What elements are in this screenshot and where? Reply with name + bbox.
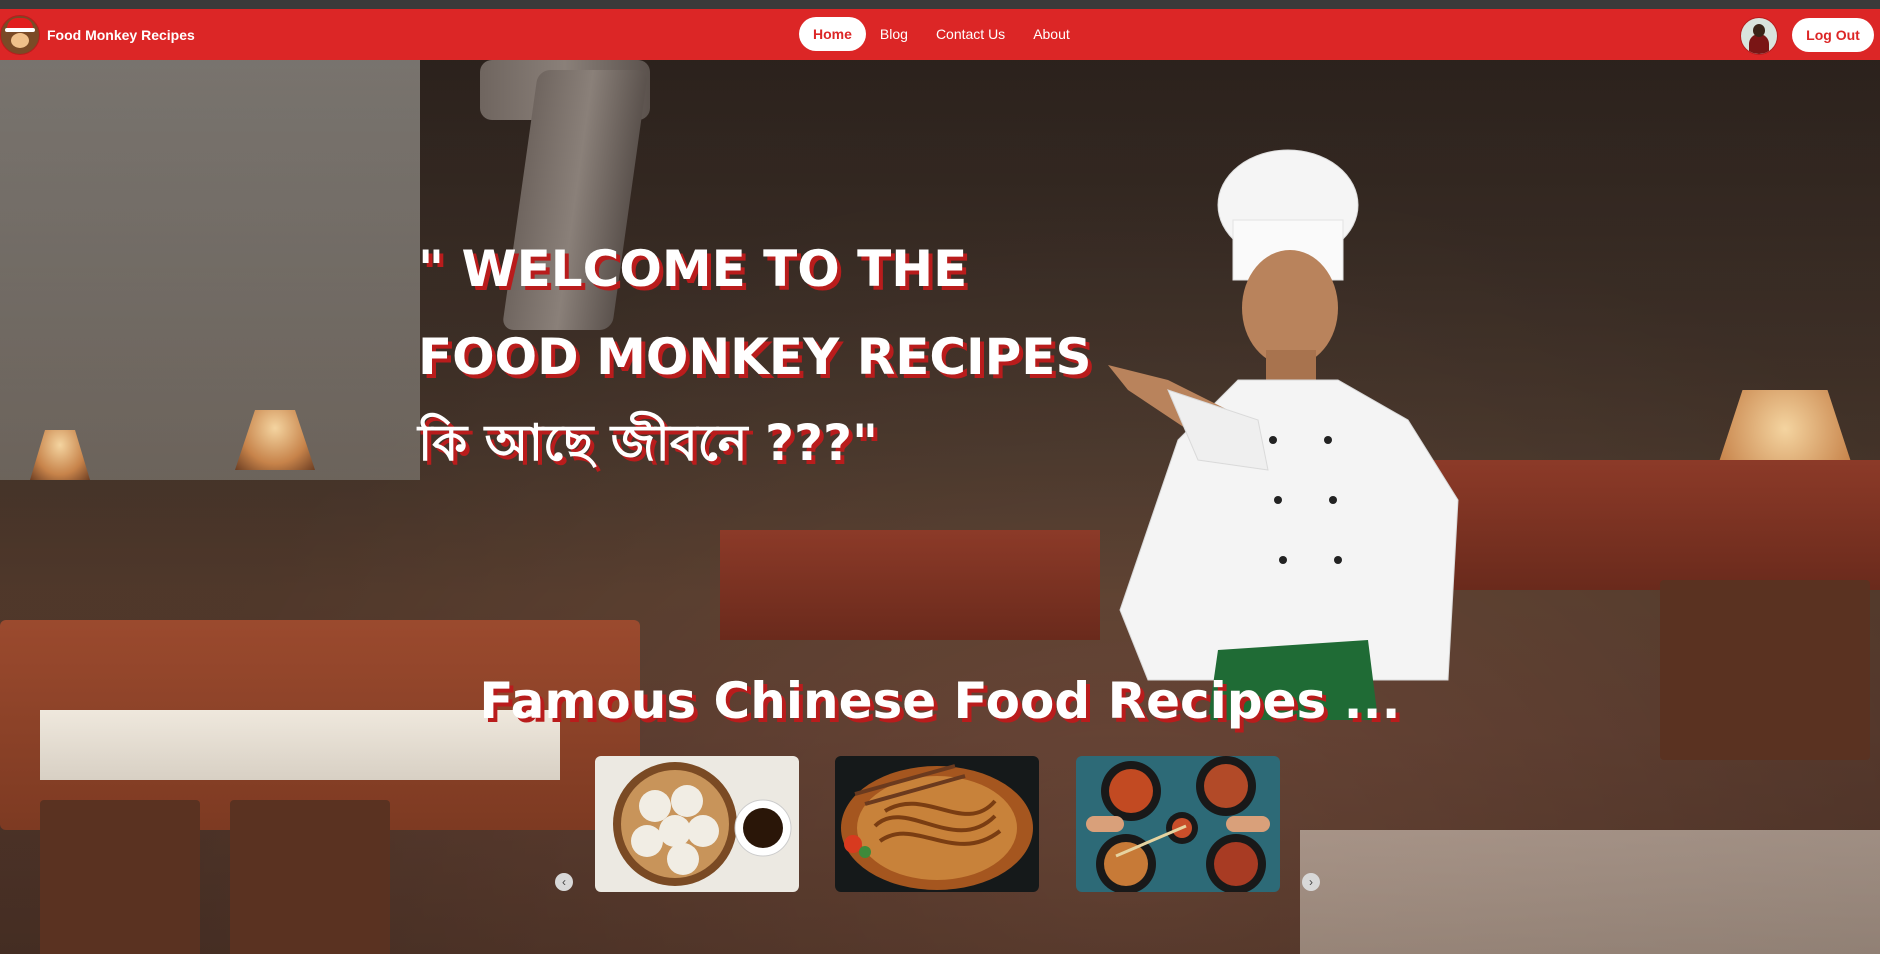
- chef-image: [1108, 149, 1459, 720]
- background-chair: [230, 800, 390, 954]
- recipe-card[interactable]: [1076, 756, 1280, 892]
- carousel-next-button[interactable]: ›: [1302, 873, 1320, 891]
- hero-headline-line2: FOOD MONKEY RECIPES: [418, 328, 1092, 386]
- chinese-dishes-image: [1076, 756, 1280, 892]
- nav-blog[interactable]: Blog: [866, 17, 922, 51]
- noodles-image: [835, 756, 1039, 892]
- nav-links: Home Blog Contact Us About: [799, 17, 1084, 51]
- user-avatar[interactable]: [1740, 17, 1778, 55]
- window-top-strip: [0, 0, 1880, 9]
- background-counter: [1400, 460, 1880, 590]
- navbar: Food Monkey Recipes Home Blog Contact Us…: [0, 9, 1880, 60]
- hero-headline-line3: কি আছে জীবনে ???": [418, 414, 879, 472]
- brand[interactable]: Food Monkey Recipes: [0, 15, 195, 55]
- brand-name: Food Monkey Recipes: [47, 27, 195, 43]
- background-windows: [0, 60, 420, 480]
- nav-about[interactable]: About: [1019, 17, 1084, 51]
- background-counter: [720, 530, 1100, 640]
- nav-contact-us[interactable]: Contact Us: [922, 17, 1019, 51]
- carousel-prev-button[interactable]: ‹: [555, 873, 573, 891]
- background-table: [1300, 830, 1880, 954]
- dumplings-image: [595, 756, 799, 892]
- background-chair: [1660, 580, 1870, 760]
- monkey-chef-logo-icon: [0, 15, 40, 55]
- hero-headline-line1: " WELCOME TO THE: [418, 240, 968, 298]
- nav-home[interactable]: Home: [799, 17, 866, 51]
- background-chair: [40, 800, 200, 954]
- recipe-card[interactable]: [595, 756, 799, 892]
- recipe-card[interactable]: [835, 756, 1039, 892]
- logout-button[interactable]: Log Out: [1792, 18, 1874, 52]
- recipes-carousel: [595, 756, 1281, 892]
- recipes-section-title: Famous Chinese Food Recipes ...: [479, 672, 1401, 730]
